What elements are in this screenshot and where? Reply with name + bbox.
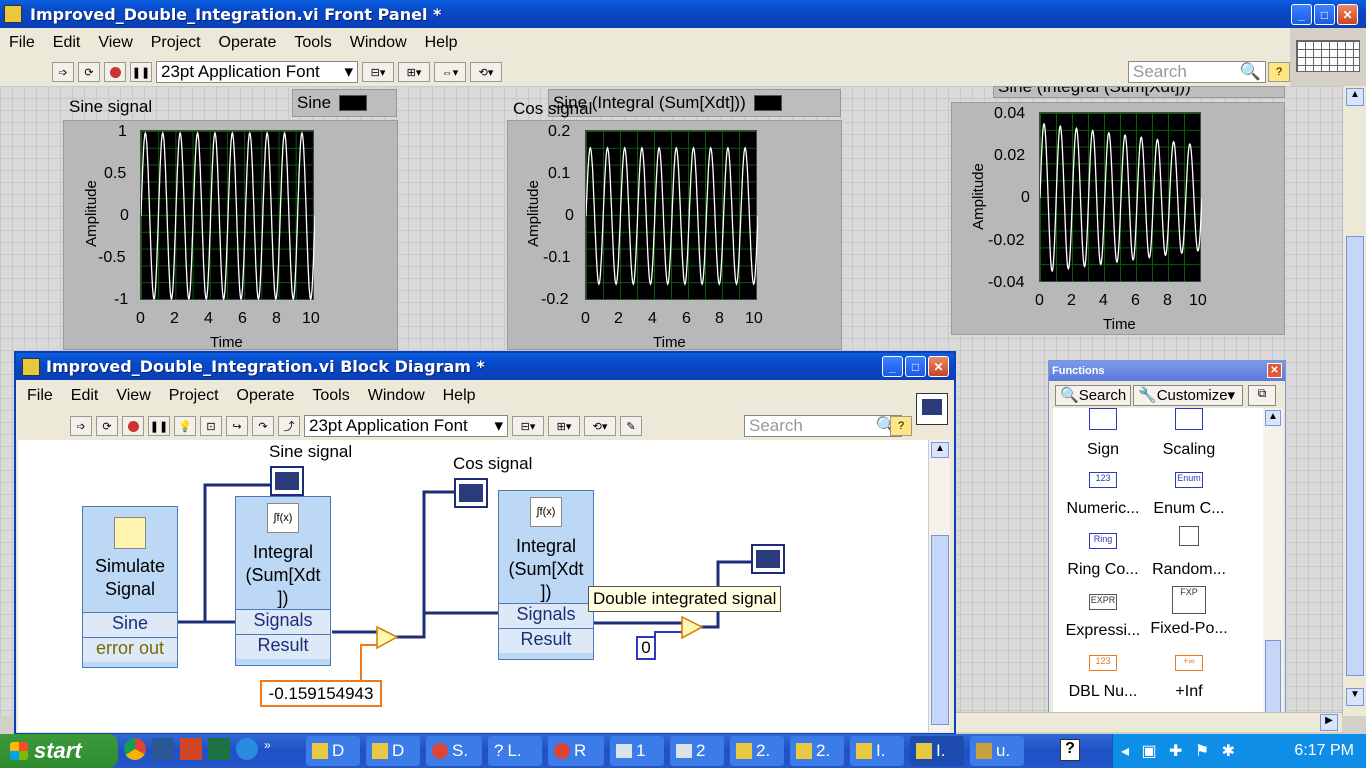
expression-node-icon[interactable]: EXPR: [1089, 594, 1117, 610]
labview-app-icon: [372, 743, 388, 759]
palette-scrollbar[interactable]: ▲: [1263, 408, 1283, 732]
globe-icon[interactable]: [236, 738, 258, 760]
sine-signal-label: Sine signal: [269, 442, 353, 461]
scroll-right-icon[interactable]: ▶: [1320, 714, 1338, 731]
quick-launch: »: [124, 738, 271, 760]
labview-app-icon: [916, 743, 932, 759]
taskbar-task-labview[interactable]: D: [306, 736, 360, 766]
labview-app-icon: [312, 743, 328, 759]
dbl-numeric-constant-icon[interactable]: 123: [1089, 655, 1117, 671]
excel-icon[interactable]: [208, 738, 230, 760]
fixed-point-icon[interactable]: FXP: [1172, 586, 1206, 614]
multiply-node-1[interactable]: [376, 625, 399, 650]
palette-item-inf[interactable]: +Inf: [1145, 683, 1233, 701]
taskbar-task-labview-active[interactable]: I.: [910, 736, 964, 766]
chevron-right-icon[interactable]: »: [264, 738, 271, 760]
integral-node-2[interactable]: ∫f(x) Integral (Sum[Xdt ]) Signals Resul…: [498, 490, 594, 660]
windows-logo-icon: [10, 742, 28, 760]
palette-item-random[interactable]: Random...: [1145, 561, 1233, 579]
palette-item-fixed-point[interactable]: Fixed-Po...: [1145, 620, 1233, 638]
powerpoint-icon[interactable]: [180, 738, 202, 760]
palette-item-enum[interactable]: Enum C...: [1145, 500, 1233, 518]
scroll-up-icon[interactable]: ▲: [1265, 410, 1281, 426]
multiply-node-2[interactable]: [681, 615, 704, 640]
positive-infinity-icon[interactable]: +∞: [1175, 655, 1203, 671]
wire-constant-neg[interactable]: [360, 644, 380, 680]
simulate-signal-title: Simulate Signal: [94, 556, 166, 599]
enum-constant-icon[interactable]: Enum: [1175, 472, 1203, 488]
chrome-icon: [554, 743, 570, 759]
taskbar-task-labview[interactable]: 2.: [730, 736, 784, 766]
result-output-terminal[interactable]: Result: [236, 634, 330, 659]
taskbar-task-chrome[interactable]: R: [548, 736, 604, 766]
clock: 6:17 PM: [1294, 742, 1354, 759]
wire-to-cos-indicator[interactable]: [395, 490, 455, 639]
palette-item-scaling[interactable]: Scaling: [1145, 441, 1233, 459]
palette-item-ring[interactable]: Ring Co...: [1059, 561, 1147, 579]
simulate-signal-node[interactable]: Simulate Signal Sine error out: [82, 506, 178, 668]
palette-customize-button[interactable]: 🔧Customize▾: [1133, 385, 1243, 406]
start-label: start: [34, 738, 82, 763]
folder-icon: [676, 744, 692, 758]
taskbar-tasks: D D S. ? L. R 1 2 2. 2. I. I. u.: [306, 736, 1024, 766]
help-icon: ?: [494, 741, 504, 760]
folder-icon: [616, 744, 632, 758]
taskbar-task-folder[interactable]: 1: [610, 736, 664, 766]
error-out-terminal[interactable]: error out: [83, 637, 177, 662]
app-icon: [976, 743, 992, 759]
sine-output-terminal[interactable]: Sine: [83, 612, 177, 637]
integral-icon: ∫f(x): [267, 503, 299, 533]
system-tray: ◂ ▣ ✚ ⚑ ✱ 6:17 PM: [1112, 734, 1366, 768]
palette-item-numeric[interactable]: Numeric...: [1059, 500, 1147, 518]
palette-view-button[interactable]: ⧉: [1248, 385, 1276, 406]
sine-graph-indicator-icon[interactable]: [270, 466, 304, 496]
functions-palette-title: Functions: [1052, 365, 1105, 377]
palette-search-button[interactable]: 🔍Search: [1055, 385, 1131, 406]
integral-title: Integral (Sum[Xdt ]): [508, 536, 584, 602]
functions-palette-titlebar[interactable]: Functions ✕: [1049, 361, 1285, 381]
integral-title: Integral (Sum[Xdt ]): [245, 542, 321, 608]
cos-graph-indicator-icon[interactable]: [454, 478, 488, 508]
ring-constant-icon[interactable]: Ring: [1089, 533, 1117, 549]
signals-input-terminal[interactable]: Signals: [236, 609, 330, 634]
palette-items-area: Sign Scaling 123 Numeric... Enum Enum C...…: [1053, 408, 1263, 732]
word-icon[interactable]: [152, 738, 174, 760]
chrome-icon: [432, 743, 448, 759]
palette-item-expression[interactable]: Expressi...: [1059, 622, 1147, 640]
taskbar-task-labview[interactable]: D: [366, 736, 420, 766]
double-integrated-graph-indicator-icon[interactable]: [751, 544, 785, 574]
taskbar-task-labview[interactable]: 2.: [790, 736, 844, 766]
taskbar-task-chrome[interactable]: S.: [426, 736, 482, 766]
signals-input-terminal[interactable]: Signals: [499, 603, 593, 628]
help-tray-icon[interactable]: ?: [1060, 739, 1080, 761]
result-output-terminal[interactable]: Result: [499, 628, 593, 653]
start-button[interactable]: start: [0, 734, 118, 768]
wire-constant-zero[interactable]: [654, 631, 684, 646]
cos-signal-label: Cos signal: [453, 454, 533, 473]
labview-app-icon: [856, 743, 872, 759]
labview-app-icon: [796, 743, 812, 759]
taskbar-task-labview[interactable]: I.: [850, 736, 904, 766]
integral-icon: ∫f(x): [530, 497, 562, 527]
labview-app-icon: [736, 743, 752, 759]
random-number-icon[interactable]: [1179, 526, 1199, 546]
taskbar-task-help[interactable]: ? L.: [488, 736, 542, 766]
tray-icons[interactable]: ◂ ▣ ✚ ⚑ ✱: [1113, 741, 1239, 761]
scaling-icon[interactable]: [1175, 408, 1203, 430]
wire-tooltip: Double integrated signal: [588, 586, 782, 612]
chrome-icon[interactable]: [124, 738, 146, 760]
taskbar-task-folder[interactable]: 2: [670, 736, 724, 766]
numeric-constant-icon[interactable]: 123: [1089, 472, 1117, 488]
palette-item-dbl-numeric[interactable]: DBL Nu...: [1059, 683, 1147, 701]
integral-node-1[interactable]: ∫f(x) Integral (Sum[Xdt ]) Signals Resul…: [235, 496, 331, 666]
simulate-signal-icon: [114, 517, 146, 549]
close-icon[interactable]: ✕: [1267, 363, 1282, 378]
palette-item-sign[interactable]: Sign: [1059, 441, 1147, 459]
constant-zero[interactable]: 0: [636, 636, 656, 660]
front-panel-hscrollbar[interactable]: ▶: [956, 712, 1342, 732]
sign-icon[interactable]: [1089, 408, 1117, 430]
taskbar-task-app[interactable]: u.: [970, 736, 1024, 766]
constant-negative[interactable]: -0.159154943: [260, 680, 382, 707]
